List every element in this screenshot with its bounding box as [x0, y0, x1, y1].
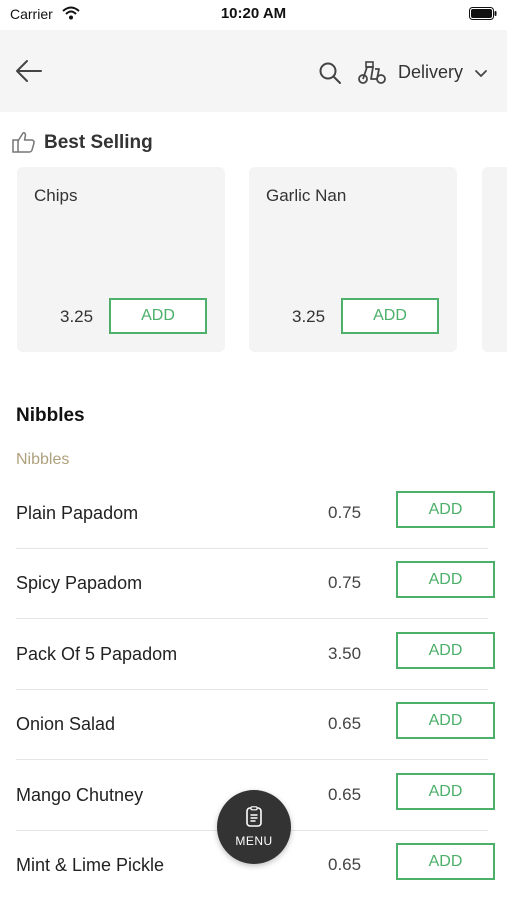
card-item-price: 3.25	[60, 307, 94, 326]
add-button[interactable]: ADD	[109, 298, 207, 334]
search-icon[interactable]	[318, 61, 342, 85]
menu-item-row[interactable]: Onion Salad 0.65 ADD	[16, 689, 495, 760]
add-button[interactable]: ADD	[396, 561, 495, 598]
card-item-name: Chips	[34, 186, 78, 205]
add-button[interactable]: ADD	[396, 773, 495, 810]
menu-item-price: 0.65	[328, 785, 362, 804]
best-selling-card[interactable]: Chips 3.25 ADD	[17, 167, 225, 352]
add-button[interactable]: ADD	[396, 632, 495, 669]
menu-item-price: 0.75	[328, 503, 362, 522]
card-item-price: 3.25	[292, 307, 326, 326]
menu-item-name: Plain Papadom	[16, 503, 139, 523]
best-selling-title: Best Selling	[44, 132, 153, 153]
thumbs-up-icon	[12, 132, 35, 153]
add-button[interactable]: ADD	[396, 702, 495, 739]
menu-fab-button[interactable]: MENU	[217, 790, 291, 864]
menu-fab-label: MENU	[235, 834, 273, 848]
scooter-icon[interactable]	[357, 59, 387, 85]
add-button[interactable]: ADD	[396, 491, 495, 528]
category-title: Nibbles	[16, 405, 85, 426]
menu-item-name: Onion Salad	[16, 714, 116, 734]
menu-book-icon	[246, 806, 262, 827]
menu-item-name: Spicy Papadom	[16, 573, 143, 593]
back-arrow-icon[interactable]	[14, 56, 44, 86]
menu-item-price: 0.65	[328, 714, 362, 733]
card-item-name: Garlic Nan	[266, 186, 347, 205]
menu-item-row[interactable]: Pack Of 5 Papadom 3.50 ADD	[16, 619, 495, 690]
menu-item-name: Pack Of 5 Papadom	[16, 644, 178, 664]
battery-icon	[469, 7, 497, 20]
status-bar: Carrier 10:20 AM	[0, 0, 507, 30]
chevron-down-icon[interactable]	[474, 66, 488, 80]
menu-item-name: Mango Chutney	[16, 785, 144, 805]
menu-item-row[interactable]: Spicy Papadom 0.75 ADD	[16, 548, 495, 619]
status-time: 10:20 AM	[220, 5, 287, 22]
menu-item-price: 0.65	[328, 855, 362, 874]
add-button[interactable]: ADD	[341, 298, 439, 334]
subcategory-title: Nibbles	[16, 451, 70, 468]
menu-item-price: 0.75	[328, 573, 362, 592]
menu-item-price: 3.50	[328, 644, 362, 663]
add-button[interactable]: ADD	[396, 843, 495, 880]
best-selling-card[interactable]: Garlic Nan 3.25 ADD	[249, 167, 457, 352]
menu-item-name: Mint & Lime Pickle	[16, 855, 165, 875]
best-selling-card-partial[interactable]	[482, 167, 507, 352]
delivery-mode-select[interactable]: Delivery	[398, 62, 463, 83]
menu-item-row[interactable]: Plain Papadom 0.75 ADD	[16, 478, 495, 549]
nav-bar: Delivery	[0, 30, 507, 112]
